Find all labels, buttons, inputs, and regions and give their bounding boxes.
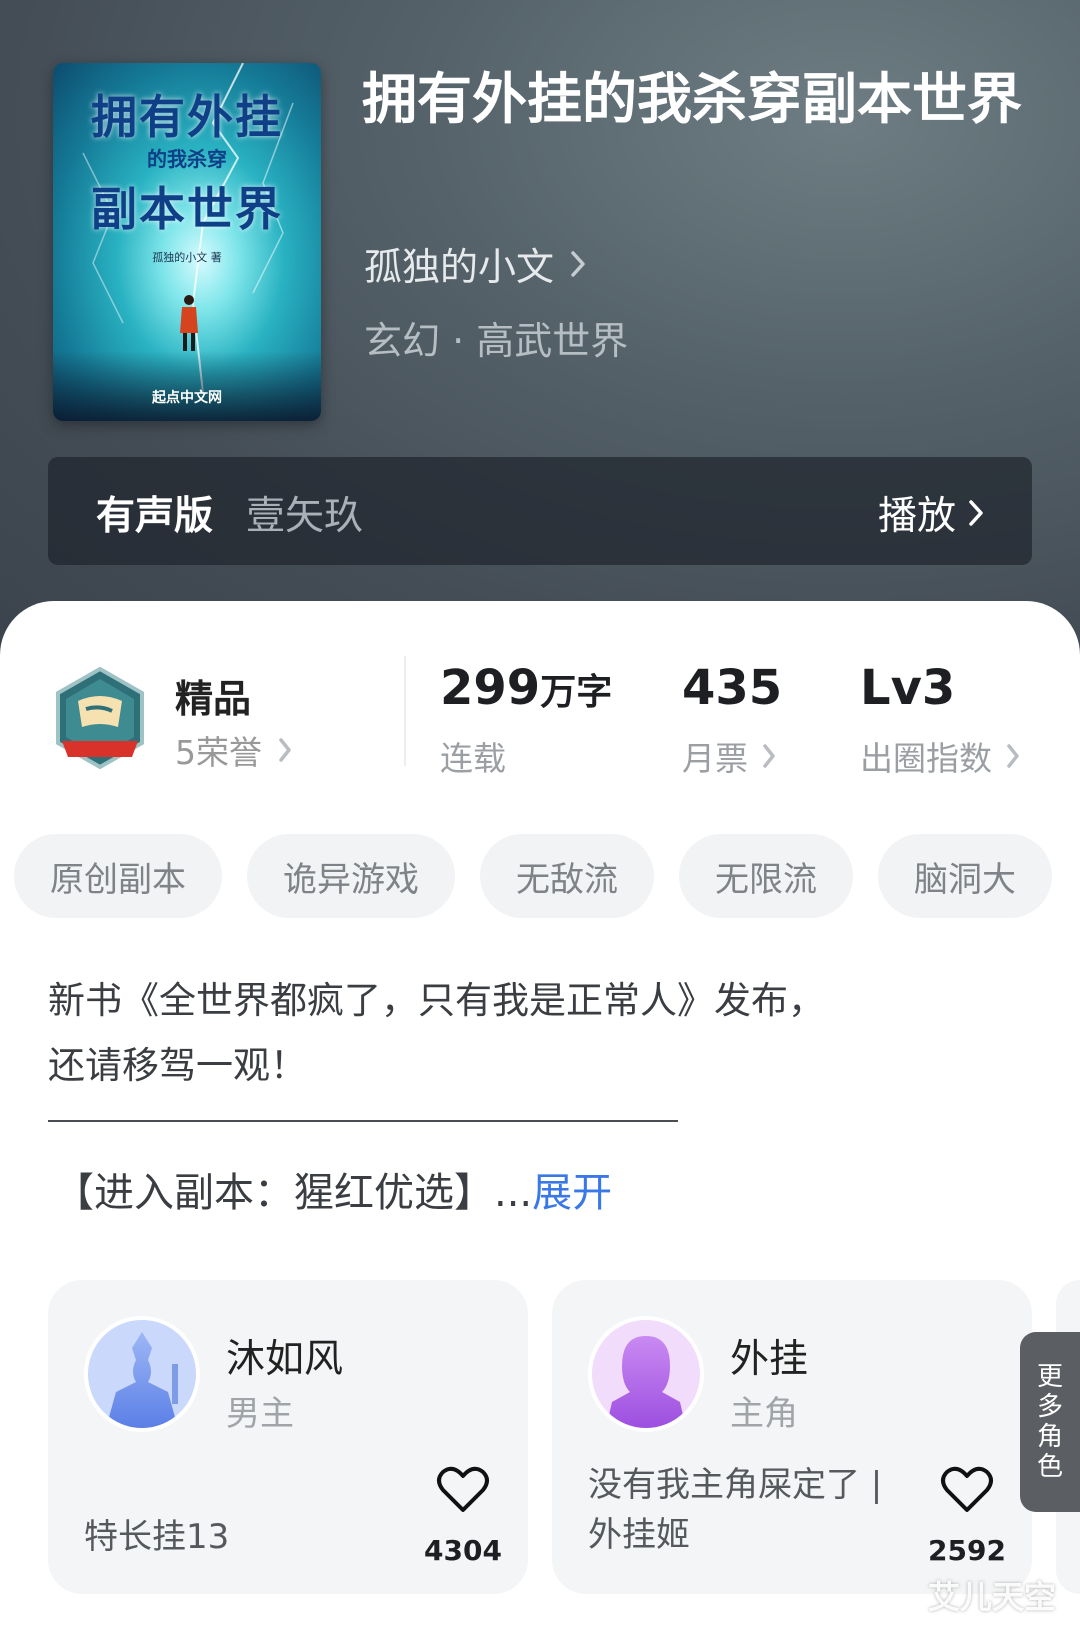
expand-link[interactable]: 展开 xyxy=(532,1170,612,1216)
word-count-value: 299万字 xyxy=(440,660,613,716)
character-name: 沐如风 xyxy=(226,1337,344,1382)
honor-count: 5荣誉 xyxy=(175,733,262,772)
description-rule xyxy=(48,1120,678,1122)
author-name: 孤独的小文 xyxy=(364,245,555,289)
character-avatar-icon xyxy=(88,1320,196,1428)
cover-title-line3: 副本世界 xyxy=(91,182,283,236)
audio-version-bar[interactable]: 有声版 壹矢玖 播放 xyxy=(48,457,1032,565)
cover-title-line2: 的我杀穿 xyxy=(147,147,227,171)
book-genre: 玄幻 · 高武世界 xyxy=(364,319,629,363)
cover-publisher: 起点中文网 xyxy=(152,390,222,406)
tag-chip[interactable]: 无限流 xyxy=(679,834,853,918)
character-desc: 没有我主角屎定了 | 外挂姬 xyxy=(588,1465,883,1555)
audio-label: 有声版 xyxy=(96,494,214,539)
tag-chip[interactable]: 诡异游戏 xyxy=(247,834,455,918)
cover-author: 孤独的小文 著 xyxy=(152,251,222,264)
like-count: 4304 xyxy=(424,1534,502,1567)
description-line: 还请移驾一观！ xyxy=(48,1044,307,1087)
character-card[interactable]: 外挂 主角 没有我主角屎定了 | 外挂姬 2592 xyxy=(552,1280,1032,1594)
heart-icon[interactable] xyxy=(436,1466,490,1514)
play-button[interactable]: 播放 xyxy=(878,485,984,541)
author-link[interactable]: 孤独的小文 xyxy=(364,236,586,291)
cover-shade xyxy=(53,351,321,421)
cover-title-line1: 拥有外挂 xyxy=(91,90,283,144)
book-title: 拥有外挂的我杀穿副本世界 xyxy=(362,66,1023,131)
chevron-right-icon xyxy=(1007,744,1019,768)
monthly-votes-value: 435 xyxy=(682,660,783,716)
book-description: 新书《全世界都疯了，只有我是正常人》发布， 还请移驾一观！ xyxy=(48,968,1008,1098)
popularity-level-value: Lv3 xyxy=(860,660,956,716)
chevron-right-icon xyxy=(969,500,983,526)
description-line: 新书《全世界都疯了，只有我是正常人》发布， xyxy=(48,979,825,1022)
book-cover[interactable]: 拥有外挂 的我杀穿 副本世界 孤独的小文 著 起点中文网 xyxy=(53,63,321,421)
honor-title: 精品 xyxy=(175,677,252,721)
word-count-label: 连载 xyxy=(440,739,506,778)
like-count: 2592 xyxy=(928,1534,1006,1567)
tag-chip[interactable]: 无敌流 xyxy=(480,834,654,918)
character-name: 外挂 xyxy=(730,1337,809,1382)
more-roles-button[interactable]: 更 多 角 色 xyxy=(1020,1332,1080,1512)
heart-icon[interactable] xyxy=(940,1466,994,1514)
cover-figure-icon xyxy=(180,295,198,351)
watermark: 艾儿天空 xyxy=(928,1578,1057,1616)
chevron-right-icon xyxy=(279,738,291,762)
tag-list: 原创副本 诡异游戏 无敌流 无限流 脑洞大 xyxy=(14,834,1077,918)
tag-chip[interactable]: 脑洞大 xyxy=(878,834,1052,918)
audio-narrator: 壹矢玖 xyxy=(246,494,364,539)
character-avatar-icon xyxy=(592,1320,700,1428)
tag-chip[interactable]: 原创副本 xyxy=(14,834,222,918)
avatar xyxy=(588,1316,704,1432)
avatar xyxy=(84,1316,200,1432)
description-excerpt: 【进入副本：猩红优选】...展开 xyxy=(54,1170,613,1216)
monthly-votes-link[interactable]: 月票 xyxy=(682,732,776,780)
character-desc: 特长挂13 xyxy=(84,1517,230,1557)
chevron-right-icon xyxy=(571,250,585,277)
play-label: 播放 xyxy=(877,494,956,539)
character-role: 主角 xyxy=(730,1394,798,1434)
character-role: 男主 xyxy=(226,1394,294,1434)
chevron-right-icon xyxy=(763,744,775,768)
stats-divider xyxy=(404,656,406,766)
popularity-index-link[interactable]: 出圈指数 xyxy=(860,732,1020,780)
honor-link[interactable]: 5荣誉 xyxy=(175,726,292,774)
honor-badge-icon[interactable] xyxy=(52,667,148,773)
character-card[interactable]: 沐如风 男主 特长挂13 4304 xyxy=(48,1280,528,1594)
book-header: 拥有外挂 的我杀穿 副本世界 孤独的小文 著 起点中文网 拥有外挂的我杀穿副本世… xyxy=(0,0,1080,660)
